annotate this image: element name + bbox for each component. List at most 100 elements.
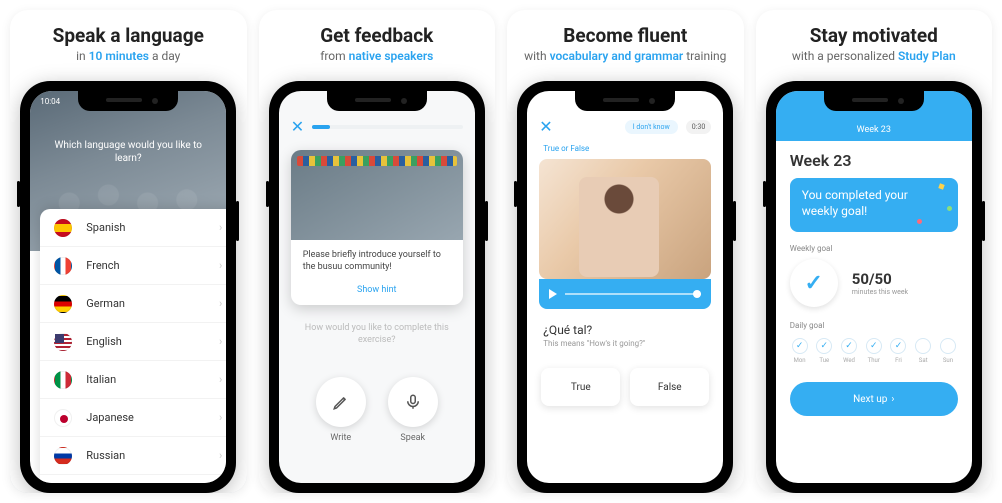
next-up-label: Next up — [853, 394, 887, 405]
audio-player[interactable] — [539, 279, 711, 309]
day-check-icon — [866, 338, 882, 354]
chevron-right-icon: › — [219, 221, 222, 234]
next-up-button[interactable]: Next up › — [790, 382, 958, 416]
language-item-french[interactable]: French › — [40, 247, 226, 285]
phone-notch — [78, 91, 178, 111]
day-check-icon — [792, 338, 808, 354]
language-item-spanish[interactable]: Spanish › — [40, 209, 226, 247]
phone-notch — [327, 91, 427, 111]
close-icon[interactable]: ✕ — [291, 117, 304, 136]
timer-badge: 0:30 — [686, 120, 712, 134]
phone-screen: ✕ I don't know 0:30 True or False ¿Qué t… — [527, 91, 723, 483]
language-item-german[interactable]: German› — [40, 285, 226, 323]
language-item-russian[interactable]: Russian › — [40, 437, 226, 475]
day-thu: Thur — [864, 338, 884, 364]
day-label: Mon — [794, 357, 806, 364]
language-prompt: Which language would you like to learn? — [30, 139, 226, 165]
flag-icon — [54, 295, 72, 313]
card-title: Speak a language — [53, 24, 204, 47]
flag-icon — [54, 257, 72, 275]
day-check-icon — [841, 338, 857, 354]
exercise-task: Please briefly introduce yourself to the… — [291, 240, 463, 283]
phone-frame: ✕ Please briefly introduce yourself to t… — [269, 81, 485, 493]
day-label: Fri — [895, 357, 902, 364]
promo-card-1: Speak a language in 10 minutes a day 10:… — [10, 10, 247, 493]
play-icon[interactable] — [549, 289, 557, 299]
language-item-japanese[interactable]: Japanese› — [40, 399, 226, 437]
goal-count: 50/50 — [852, 270, 908, 288]
flag-icon — [54, 371, 72, 389]
card-title: Become fluent — [563, 24, 687, 47]
chevron-right-icon: › — [219, 335, 222, 348]
audio-track[interactable] — [565, 293, 701, 295]
sub-accent: native speakers — [349, 49, 434, 63]
sub-pre: with — [524, 49, 549, 63]
weekly-goal-label: Weekly goal — [790, 244, 958, 253]
quiz-answers: True False — [541, 368, 709, 406]
language-item-english[interactable]: English › — [40, 323, 226, 361]
quiz-question: ¿Qué tal? — [543, 323, 707, 337]
chevron-right-icon: › — [219, 259, 222, 272]
speak-label: Speak — [400, 433, 425, 443]
chevron-right-icon: › — [219, 297, 222, 310]
language-list[interactable]: Spanish › French › German› English › Italia… — [40, 209, 226, 483]
phone-screen: 10:04 Which language would you like to l… — [30, 91, 226, 483]
sub-pre: from — [320, 49, 348, 63]
flag-icon — [54, 447, 72, 465]
exercise-question: How would you like to complete this exer… — [295, 323, 459, 346]
day-sat: Sat — [913, 338, 933, 364]
sub-post: training — [683, 49, 726, 63]
quiz-photo — [539, 159, 711, 279]
goal-banner-text: You completed your weekly goal! — [802, 188, 908, 218]
day-tue: Tue — [814, 338, 834, 364]
phone-notch — [575, 91, 675, 111]
language-label: Spanish — [86, 221, 125, 234]
phone-frame: Week 23 Week 23 You completed your weekl… — [766, 81, 982, 493]
day-label: Wed — [843, 357, 855, 364]
check-icon: ✓ — [805, 271, 823, 296]
true-button[interactable]: True — [541, 368, 620, 406]
language-item-chinese[interactable]: Chinese› — [40, 475, 226, 483]
phone-notch — [824, 91, 924, 111]
card-subtitle: with a personalized Study Plan — [792, 49, 956, 63]
card-subtitle: in 10 minutes a day — [76, 49, 180, 63]
day-sun: Sun — [938, 338, 958, 364]
false-button[interactable]: False — [630, 368, 709, 406]
speak-button[interactable]: Speak — [388, 377, 438, 443]
goal-count-sub: minutes this week — [852, 288, 908, 296]
language-label: French — [86, 259, 119, 272]
day-wed: Wed — [839, 338, 859, 364]
promo-card-2: Get feedback from native speakers ✕ Plea… — [259, 10, 496, 493]
show-hint-link[interactable]: Show hint — [291, 283, 463, 305]
day-label: Tue — [819, 357, 829, 364]
chevron-right-icon: › — [891, 394, 894, 405]
chevron-right-icon: › — [219, 449, 222, 462]
language-label: Russian — [86, 449, 125, 462]
status-time: 10:04 — [40, 97, 60, 106]
day-check-icon — [915, 338, 931, 354]
week-title: Week 23 — [790, 151, 958, 170]
sub-accent: vocabulary and grammar — [550, 49, 684, 63]
language-item-italian[interactable]: Italian› — [40, 361, 226, 399]
day-check-icon — [890, 338, 906, 354]
close-icon[interactable]: ✕ — [539, 117, 552, 136]
idk-button[interactable]: I don't know — [625, 120, 678, 134]
language-label: Japanese — [86, 411, 134, 424]
language-label: Italian — [86, 373, 116, 386]
exercise-image — [291, 150, 463, 240]
sub-pre: with a personalized — [792, 49, 898, 63]
phone-frame: ✕ I don't know 0:30 True or False ¿Qué t… — [517, 81, 733, 493]
day-check-icon — [816, 338, 832, 354]
day-label: Sun — [943, 357, 953, 364]
promo-card-4: Stay motivated with a personalized Study… — [756, 10, 993, 493]
write-button[interactable]: Write — [316, 377, 366, 443]
quiz-explain: This means "How's it going?" — [543, 339, 707, 348]
phone-screen: ✕ Please briefly introduce yourself to t… — [279, 91, 475, 483]
sub-pre: in — [76, 49, 89, 63]
plan-body: Week 23 You completed your weekly goal! … — [776, 141, 972, 426]
quiz-mode-label: True or False — [543, 144, 707, 153]
language-label: English — [86, 335, 122, 348]
sub-post: a day — [149, 49, 180, 63]
weekly-goal-row: ✓ 50/50 minutes this week — [790, 259, 958, 307]
exercise-card: Please briefly introduce yourself to the… — [291, 150, 463, 305]
